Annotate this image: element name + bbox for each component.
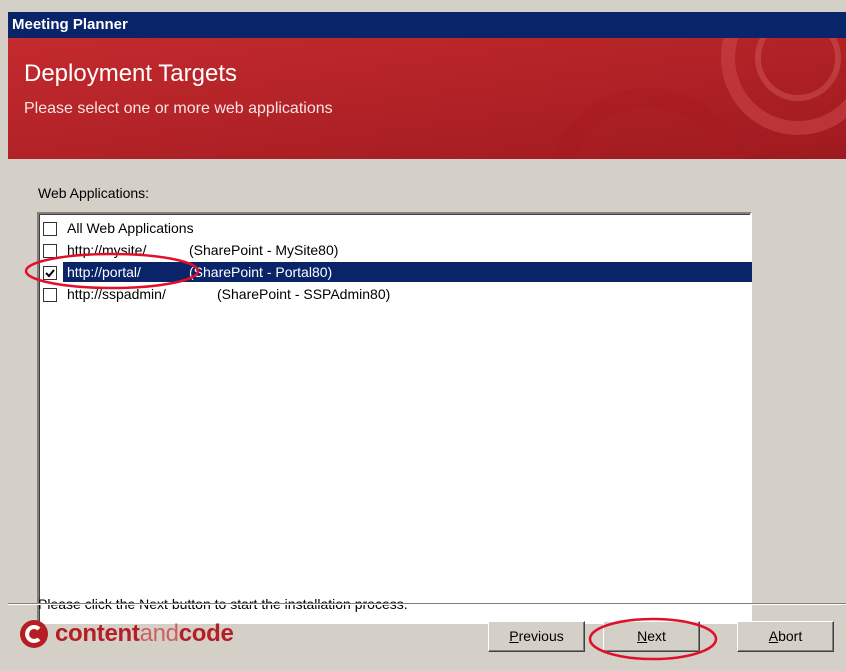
abort-button[interactable]: Abort: [737, 621, 834, 652]
page-title: Deployment Targets: [24, 60, 237, 87]
list-item-mysite[interactable]: http://mysite/ (SharePoint - MySite80): [41, 240, 750, 260]
checkbox[interactable]: [43, 244, 57, 258]
check-icon: [45, 269, 55, 278]
logo-c-icon: [20, 620, 48, 648]
list-item-app: (SharePoint - MySite80): [189, 242, 339, 258]
selection-highlight: [63, 262, 752, 282]
window-title: Meeting Planner: [8, 12, 846, 38]
previous-button[interactable]: Previous: [488, 621, 585, 652]
list-item-url: http://sspadmin/: [67, 286, 166, 302]
list-item-app: (SharePoint - SSPAdmin80): [217, 286, 391, 302]
divider: [8, 604, 846, 605]
list-item-portal[interactable]: http://portal/ (SharePoint - Portal80): [41, 262, 752, 282]
logo-text: contentandcode: [55, 620, 234, 647]
page-subtitle: Please select one or more web applicatio…: [24, 100, 333, 117]
banner-decoration: [8, 38, 846, 159]
checkbox[interactable]: [43, 222, 57, 236]
list-item-url: All Web Applications: [67, 220, 194, 236]
list-item-all[interactable]: All Web Applications: [41, 218, 750, 238]
web-applications-label: Web Applications:: [38, 185, 150, 201]
list-item-url: http://mysite/: [67, 242, 147, 258]
list-item-app: (SharePoint - Portal80): [189, 264, 333, 280]
list-item-sspadmin[interactable]: http://sspadmin/ (SharePoint - SSPAdmin8…: [41, 284, 750, 304]
next-button[interactable]: Next: [603, 621, 700, 652]
list-item-url: http://portal/: [67, 264, 141, 280]
header-banner: Deployment Targets Please select one or …: [8, 38, 846, 159]
checkbox[interactable]: [43, 288, 57, 302]
web-applications-list[interactable]: All Web Applications http://mysite/ (Sha…: [37, 212, 752, 624]
checkbox-checked[interactable]: [43, 266, 57, 280]
